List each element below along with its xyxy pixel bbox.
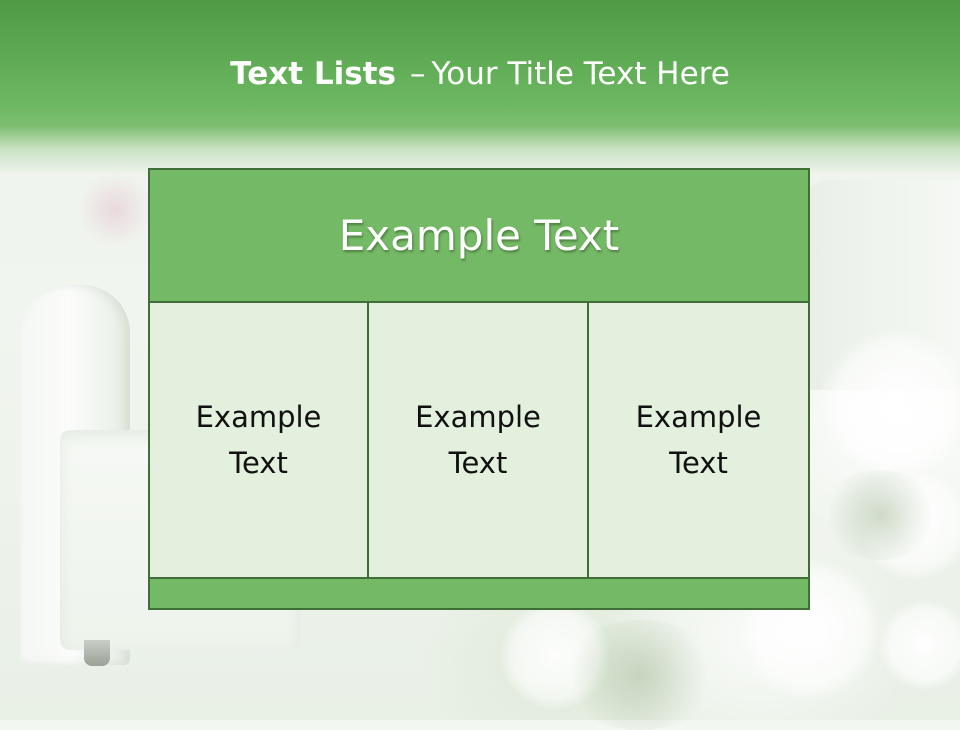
background-sofa-leg	[84, 640, 110, 666]
background-flower	[880, 600, 960, 690]
table-cell-3: Example Text	[589, 303, 808, 577]
table-cell-text: Example Text	[195, 400, 322, 480]
background-flower	[820, 330, 960, 480]
background-leaf	[560, 620, 720, 730]
table-footer-bar	[150, 577, 808, 608]
table-header-text: Example Text	[338, 211, 620, 260]
slide-title: Text Lists – Your Title Text Here	[0, 52, 960, 96]
table-cell-2: Example Text	[369, 303, 589, 577]
title-bold-text: Text Lists	[230, 56, 396, 92]
background-flowers-left	[80, 170, 150, 250]
text-list-table: Example Text Example Text Example Text E…	[148, 168, 810, 610]
title-subtext: Your Title Text Here	[431, 56, 730, 92]
title-separator: –	[409, 56, 426, 92]
table-row: Example Text Example Text Example Text	[150, 303, 808, 577]
background-leaf	[820, 470, 940, 560]
table-cell-text: Example Text	[415, 400, 541, 480]
table-cell-1: Example Text	[150, 303, 369, 577]
table-cell-text: Example Text	[635, 400, 762, 480]
table-header: Example Text	[150, 170, 808, 303]
